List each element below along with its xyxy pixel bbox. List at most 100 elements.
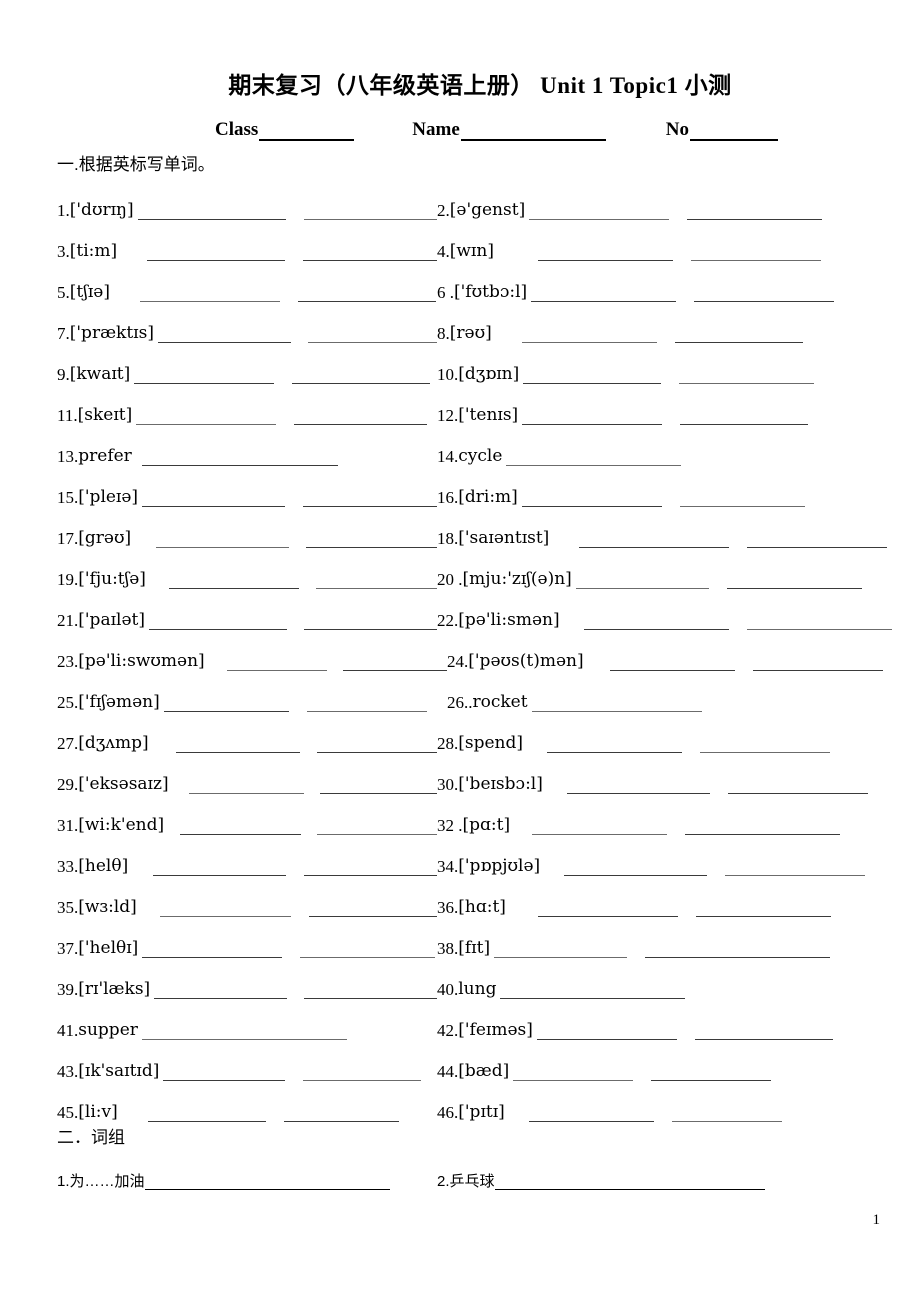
answer-blank[interactable] (297, 288, 436, 302)
answer-blank[interactable] (306, 534, 437, 548)
answer-blank[interactable] (522, 411, 663, 425)
worksheet-item: 39. [rɪ'læks] (57, 980, 438, 999)
answer-blank[interactable] (180, 821, 301, 835)
answer-blank[interactable] (645, 944, 831, 958)
answer-blank[interactable] (309, 903, 437, 917)
answer-blank[interactable] (752, 657, 883, 671)
answer-blank[interactable] (547, 739, 683, 753)
answer-blank[interactable] (500, 985, 686, 999)
answer-blank[interactable] (315, 575, 437, 589)
answer-blank[interactable] (679, 370, 815, 384)
answer-blank[interactable] (687, 206, 823, 220)
answer-blank[interactable] (163, 1067, 286, 1081)
worksheet-item: 34. ['pɒpjʊlə] (437, 855, 890, 876)
answer-blank[interactable] (144, 1177, 390, 1191)
item-cue: ['pɒpjʊlə] (458, 855, 541, 876)
answer-blank[interactable] (579, 534, 730, 548)
answer-blank[interactable] (536, 1026, 677, 1040)
item-cue: [ə'genst] (449, 199, 526, 220)
answer-blank[interactable] (671, 1108, 782, 1122)
answer-blank[interactable] (566, 780, 710, 794)
answer-blank[interactable] (531, 698, 702, 712)
class-blank[interactable] (259, 125, 355, 141)
answer-blank[interactable] (700, 739, 831, 753)
answer-blank[interactable] (532, 821, 668, 835)
answer-blank[interactable] (141, 452, 338, 466)
answer-blank[interactable] (156, 534, 289, 548)
answer-blank[interactable] (153, 862, 287, 876)
answer-blank[interactable] (147, 1108, 266, 1122)
answer-blank[interactable] (303, 206, 437, 220)
answer-blank[interactable] (726, 575, 862, 589)
no-blank[interactable] (690, 125, 779, 141)
answer-blank[interactable] (227, 657, 328, 671)
answer-blank[interactable] (528, 1108, 654, 1122)
answer-blank[interactable] (523, 370, 662, 384)
answer-blank[interactable] (300, 944, 436, 958)
answer-blank[interactable] (521, 493, 662, 507)
answer-blank[interactable] (537, 247, 673, 261)
answer-blank[interactable] (292, 370, 431, 384)
item-cue: [grəʊ] (78, 527, 132, 548)
answer-blank[interactable] (175, 739, 301, 753)
answer-blank[interactable] (725, 862, 866, 876)
answer-blank[interactable] (531, 288, 677, 302)
answer-blank[interactable] (189, 780, 305, 794)
answer-blank[interactable] (308, 329, 437, 343)
answer-blank[interactable] (319, 780, 437, 794)
answer-blank[interactable] (157, 329, 292, 343)
answer-blank[interactable] (160, 903, 292, 917)
answer-blank[interactable] (306, 698, 427, 712)
answer-blank[interactable] (564, 862, 708, 876)
answer-blank[interactable] (136, 411, 277, 425)
answer-blank[interactable] (583, 616, 729, 630)
answer-blank[interactable] (154, 985, 287, 999)
answer-blank[interactable] (575, 575, 709, 589)
answer-blank[interactable] (146, 247, 286, 261)
answer-blank[interactable] (142, 944, 283, 958)
answer-blank[interactable] (609, 657, 735, 671)
answer-blank[interactable] (674, 329, 803, 343)
answer-blank[interactable] (316, 739, 438, 753)
name-field[interactable]: Name (412, 119, 606, 141)
answer-blank[interactable] (529, 206, 670, 220)
answer-blank[interactable] (494, 1177, 765, 1191)
answer-blank[interactable] (727, 780, 868, 794)
answer-blank[interactable] (283, 1108, 399, 1122)
answer-blank[interactable] (303, 862, 437, 876)
no-field[interactable]: No (666, 119, 779, 141)
answer-blank[interactable] (537, 903, 678, 917)
answer-blank[interactable] (303, 247, 437, 261)
name-blank[interactable] (460, 125, 606, 141)
answer-blank[interactable] (342, 657, 447, 671)
answer-blank[interactable] (746, 616, 892, 630)
answer-blank[interactable] (141, 1026, 347, 1040)
answer-blank[interactable] (134, 370, 275, 384)
answer-blank[interactable] (747, 534, 888, 548)
answer-blank[interactable] (695, 903, 831, 917)
answer-blank[interactable] (651, 1067, 772, 1081)
answer-blank[interactable] (139, 288, 280, 302)
answer-blank[interactable] (685, 821, 841, 835)
answer-blank[interactable] (694, 1026, 833, 1040)
answer-blank[interactable] (680, 411, 809, 425)
answer-blank[interactable] (690, 247, 821, 261)
answer-blank[interactable] (163, 698, 289, 712)
answer-blank[interactable] (142, 493, 285, 507)
answer-blank[interactable] (304, 985, 438, 999)
answer-blank[interactable] (521, 329, 657, 343)
answer-blank[interactable] (148, 616, 287, 630)
answer-blank[interactable] (303, 1067, 422, 1081)
answer-blank[interactable] (679, 493, 805, 507)
answer-blank[interactable] (694, 288, 835, 302)
answer-blank[interactable] (316, 821, 438, 835)
class-field[interactable]: Class (215, 119, 355, 141)
answer-blank[interactable] (494, 944, 628, 958)
answer-blank[interactable] (506, 452, 682, 466)
answer-blank[interactable] (294, 411, 428, 425)
answer-blank[interactable] (302, 493, 437, 507)
answer-blank[interactable] (137, 206, 286, 220)
answer-blank[interactable] (513, 1067, 634, 1081)
answer-blank[interactable] (304, 616, 437, 630)
answer-blank[interactable] (168, 575, 299, 589)
